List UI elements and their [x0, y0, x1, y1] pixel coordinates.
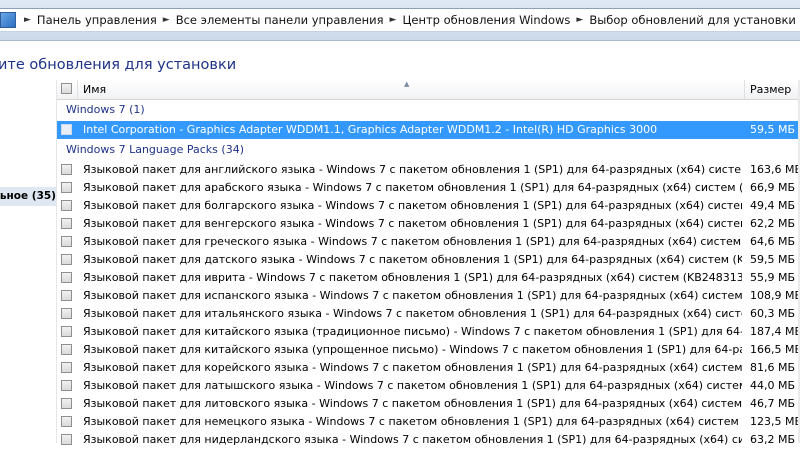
update-name: Языковой пакет для датского языка - Wind… [83, 253, 742, 266]
left-pane-item-important[interactable]: ьное (35) [0, 187, 56, 206]
update-name: Языковой пакет для венгерского языка - W… [83, 217, 742, 230]
update-name: Языковой пакет для болгарского языка - W… [83, 199, 742, 212]
update-name: Языковой пакет для испанского языка - Wi… [83, 289, 742, 302]
update-row[interactable]: Языковой пакет для корейского языка - Wi… [57, 359, 800, 377]
update-size: 166,5 МБ [750, 343, 800, 356]
update-size: 55,9 МБ [750, 271, 796, 284]
breadcrumb-all-items[interactable]: Все элементы панели управления [176, 13, 384, 27]
update-size: 63,2 МБ [750, 433, 796, 446]
sort-up-icon: ▲ [404, 80, 410, 88]
update-row[interactable]: Языковой пакет для испанского языка - Wi… [57, 287, 800, 305]
update-size: 123,5 МБ [750, 415, 800, 428]
update-size: 66,9 МБ [750, 181, 796, 194]
update-row[interactable]: Языковой пакет для английского языка - W… [57, 161, 800, 179]
update-checkbox[interactable] [61, 398, 72, 409]
update-size: 49,4 МБ [750, 199, 796, 212]
update-name: Языковой пакет для китайского языка (упр… [83, 343, 742, 356]
update-checkbox[interactable] [61, 434, 72, 445]
update-checkbox[interactable] [61, 308, 72, 319]
update-row[interactable]: Intel Corporation - Graphics Adapter WDD… [57, 121, 800, 139]
update-row[interactable]: Языковой пакет для нидерландского языка … [57, 431, 800, 449]
update-row[interactable]: Языковой пакет для литовского языка - Wi… [57, 395, 800, 413]
column-header: ▲ Имя Размер [57, 80, 800, 100]
update-name: Языковой пакет для корейского языка - Wi… [83, 361, 742, 374]
breadcrumb-select-updates[interactable]: Выбор обновлений для установки [589, 13, 796, 27]
group-header[interactable]: Windows 7 Language Packs (34) [66, 143, 244, 159]
update-checkbox[interactable] [61, 182, 72, 193]
update-checkbox[interactable] [61, 344, 72, 355]
update-name: Языковой пакет для нидерландского языка … [83, 433, 742, 446]
column-size-header[interactable]: Размер [750, 83, 791, 96]
column-name-header[interactable]: Имя [83, 83, 106, 96]
update-name: Intel Corporation - Graphics Adapter WDD… [83, 123, 658, 136]
left-pane-item-label: ьное (35) [0, 190, 56, 202]
update-name: Языковой пакет для арабского языка - Win… [83, 181, 742, 194]
chevron-right-icon[interactable]: ► [390, 15, 397, 25]
column-divider[interactable] [77, 80, 78, 99]
update-row[interactable]: Языковой пакет для венгерского языка - W… [57, 215, 800, 233]
group-header[interactable]: Windows 7 (1) [66, 103, 145, 119]
page-title: ите обновления для установки [0, 57, 237, 73]
update-checkbox[interactable] [61, 272, 72, 283]
update-checkbox[interactable] [61, 254, 72, 265]
update-size: 81,6 МБ [750, 361, 796, 374]
update-checkbox[interactable] [61, 416, 72, 427]
update-row[interactable]: Языковой пакет для арабского языка - Win… [57, 179, 800, 197]
update-size: 59,5 МБ [750, 253, 796, 266]
update-checkbox[interactable] [61, 164, 72, 175]
update-checkbox[interactable] [61, 290, 72, 301]
update-size: 46,7 МБ [750, 397, 796, 410]
update-name: Языковой пакет для греческого языка - Wi… [83, 235, 742, 248]
left-pane: ьное (35) [0, 80, 56, 443]
chevron-right-icon[interactable]: ► [163, 15, 170, 25]
chevron-right-icon[interactable]: ► [24, 15, 31, 25]
update-checkbox[interactable] [61, 200, 72, 211]
update-checkbox[interactable] [61, 362, 72, 373]
update-size: 62,2 МБ [750, 217, 796, 230]
update-name: Языковой пакет для литовского языка - Wi… [83, 397, 742, 410]
update-checkbox[interactable] [61, 218, 72, 229]
column-divider[interactable] [744, 80, 745, 99]
update-size: 108,9 МБ [750, 289, 800, 302]
address-bar: ► Панель управления ► Все элементы панел… [0, 0, 800, 41]
update-name: Языковой пакет для английского языка - W… [83, 163, 742, 176]
chevron-right-icon[interactable]: ► [576, 15, 583, 25]
breadcrumb[interactable]: ► Панель управления ► Все элементы панел… [0, 8, 800, 32]
breadcrumb-control-panel[interactable]: Панель управления [37, 13, 157, 27]
update-name: Языковой пакет для китайского языка (тра… [83, 325, 742, 338]
update-row[interactable]: Языковой пакет для греческого языка - Wi… [57, 233, 800, 251]
update-name: Языковой пакет для немецкого языка - Win… [83, 415, 742, 428]
update-size: 44,0 МБ [750, 379, 796, 392]
update-checkbox[interactable] [61, 124, 72, 135]
update-row[interactable]: Языковой пакет для китайского языка (упр… [57, 341, 800, 359]
update-checkbox[interactable] [61, 236, 72, 247]
update-size: 163,6 МБ [750, 163, 800, 176]
update-name: Языковой пакет для итальянского языка - … [83, 307, 742, 320]
update-checkbox[interactable] [61, 380, 72, 391]
update-row[interactable]: Языковой пакет для латышского языка - Wi… [57, 377, 800, 395]
update-checkbox[interactable] [61, 326, 72, 337]
update-name: Языковой пакет для иврита - Windows 7 с … [83, 271, 742, 284]
update-row[interactable]: Языковой пакет для немецкого языка - Win… [57, 413, 800, 431]
update-row[interactable]: Языковой пакет для болгарского языка - W… [57, 197, 800, 215]
update-row[interactable]: Языковой пакет для иврита - Windows 7 с … [57, 269, 800, 287]
update-size: 64,6 МБ [750, 235, 796, 248]
breadcrumb-windows-update[interactable]: Центр обновления Windows [402, 13, 570, 27]
update-row[interactable]: Языковой пакет для датского языка - Wind… [57, 251, 800, 269]
update-row[interactable]: Языковой пакет для китайского языка (тра… [57, 323, 800, 341]
update-size: 187,4 МБ [750, 325, 800, 338]
update-row[interactable]: Языковой пакет для итальянского языка - … [57, 305, 800, 323]
update-size: 60,3 МБ [750, 307, 796, 320]
update-name: Языковой пакет для латышского языка - Wi… [83, 379, 742, 392]
updates-list[interactable]: ▲ Имя Размер Windows 7 (1) Intel Corporat… [56, 80, 800, 446]
update-size: 59,5 МБ [750, 123, 796, 136]
control-panel-icon [0, 12, 16, 28]
